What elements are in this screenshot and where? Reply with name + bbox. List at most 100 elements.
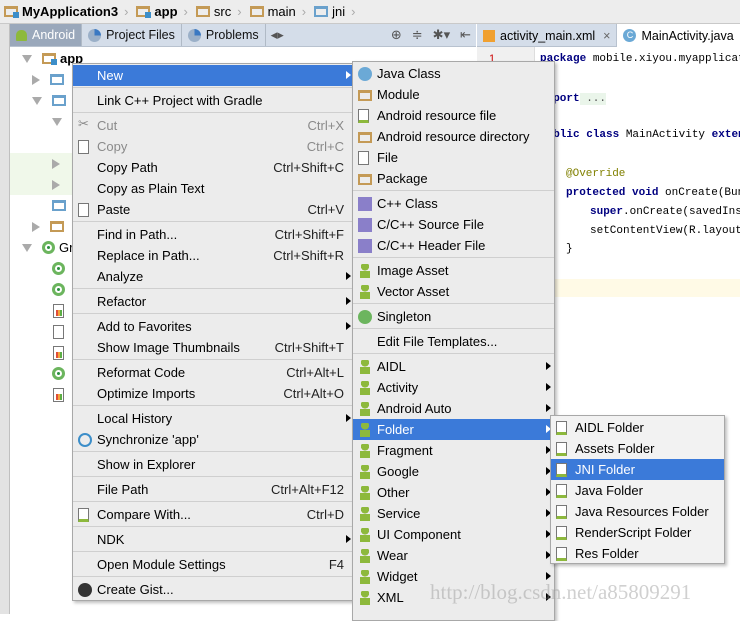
tree-item[interactable] [52,174,70,195]
menu-item-service[interactable]: Service [353,503,554,524]
menu-item-singleton[interactable]: Singleton [353,306,554,327]
tab-activity-main-xml[interactable]: activity_main.xml × [477,24,618,47]
collapse-icon[interactable]: ≑ [412,27,423,43]
tab-problems[interactable]: Problems [182,24,266,46]
tab-main-activity-java[interactable]: C MainActivity.java [617,24,740,47]
menu-item-label: XML [377,590,404,605]
menu-item-analyze[interactable]: Analyze [73,266,354,287]
tree-item[interactable] [52,153,70,174]
menu-item-show-in-explorer[interactable]: Show in Explorer [73,454,354,475]
menu-item-paste[interactable]: Paste Ctrl+V [73,199,354,220]
menu-item-res-folder[interactable]: Res Folder [551,543,724,564]
menu-item-edit-file-templates[interactable]: Edit File Templates... [353,331,554,352]
tree-item[interactable] [53,342,64,363]
tree-item[interactable] [52,279,65,300]
menu-item-copy-path[interactable]: Copy Path Ctrl+Shift+C [73,157,354,178]
locate-icon[interactable]: ⊕ [391,27,402,43]
android-folder-icon [556,442,567,456]
menu-item-label: JNI Folder [575,462,635,477]
tab-android[interactable]: Android [10,24,83,46]
tree-item[interactable] [32,90,70,111]
menu-item-find-in-path[interactable]: Find in Path... Ctrl+Shift+F [73,224,354,245]
android-icon [358,264,372,278]
menu-item-vector-asset[interactable]: Vector Asset [353,281,554,302]
menu-item-copy-as-plain-text[interactable]: Copy as Plain Text [73,178,354,199]
menu-item-android-auto[interactable]: Android Auto [353,398,554,419]
menu-item-module[interactable]: Module [353,84,554,105]
menu-item-image-asset[interactable]: Image Asset [353,260,554,281]
menu-item-assets-folder[interactable]: Assets Folder [551,438,724,459]
menu-item-add-to-favorites[interactable]: Add to Favorites [73,316,354,337]
hide-icon[interactable]: ⇤ [460,27,471,43]
breadcrumb-item-jni[interactable]: jni › [312,0,361,24]
menu-item-local-history[interactable]: Local History [73,408,354,429]
menu-item-folder[interactable]: Folder [353,419,554,440]
tool-window-strip[interactable] [0,24,10,614]
menu-item-c-c-header-file[interactable]: C/C++ Header File [353,235,554,256]
menu-item-ndk[interactable]: NDK [73,529,354,550]
tree-item[interactable] [53,384,64,405]
tree-item[interactable] [52,363,65,384]
tree-item[interactable] [52,111,72,132]
menu-item-cut[interactable]: ✂ Cut Ctrl+X [73,115,354,136]
menu-item-fragment[interactable]: Fragment [353,440,554,461]
breadcrumb-item-app[interactable]: app › [134,0,193,24]
breadcrumb: MyApplication3 › app › src › main › jni › [0,0,740,24]
current-line-highlight [536,279,740,297]
menu-item-java-folder[interactable]: Java Folder [551,480,724,501]
menu-item-aidl-folder[interactable]: AIDL Folder [551,417,724,438]
menu-item-other[interactable]: Other [353,482,554,503]
menu-item-reformat-code[interactable]: Reformat Code Ctrl+Alt+L [73,362,354,383]
tree-item[interactable] [32,69,68,90]
menu-item-ui-component[interactable]: UI Component [353,524,554,545]
submenu-arrow-icon [346,71,351,79]
breadcrumb-item-main[interactable]: main › [248,0,313,24]
menu-item-android-resource-file[interactable]: Android resource file [353,105,554,126]
gear-icon[interactable]: ✱▾ [433,27,450,43]
menu-item-jni-folder[interactable]: JNI Folder [551,459,724,480]
resources-folder-icon [50,221,64,232]
menu-item-wear[interactable]: Wear [353,545,554,566]
submenu-arrow-icon [346,535,351,543]
menu-item-new[interactable]: New [73,65,354,86]
menu-item-c-class[interactable]: C++ Class [353,193,554,214]
menu-item-label: Open Module Settings [97,557,226,572]
menu-item-synchronize-app[interactable]: Synchronize 'app' [73,429,354,450]
close-tab-button[interactable]: × [603,29,610,43]
tab-project-files[interactable]: Project Files [82,24,182,46]
tree-item[interactable] [32,216,68,237]
menu-item-renderscript-folder[interactable]: RenderScript Folder [551,522,724,543]
menu-item-refactor[interactable]: Refactor [73,291,354,312]
android-icon [358,549,372,563]
tree-item[interactable] [53,321,64,342]
breadcrumb-item-src[interactable]: src › [194,0,248,24]
menu-item-aidl[interactable]: AIDL [353,356,554,377]
menu-item-replace-in-path[interactable]: Replace in Path... Ctrl+Shift+R [73,245,354,266]
tree-item[interactable] [53,300,64,321]
menu-item-label: New [97,68,124,83]
menu-item-label: Show Image Thumbnails [97,340,240,355]
menu-item-file-path[interactable]: File Path Ctrl+Alt+F12 [73,479,354,500]
menu-item-open-module-settings[interactable]: Open Module Settings F4 [73,554,354,575]
context-menu: New Link C++ Project with Gradle ✂ Cut Ctrl+… [72,63,355,601]
code-line: setContentView(R.layout.a [590,225,740,237]
menu-item-file[interactable]: File [353,147,554,168]
tree-item[interactable] [52,258,65,279]
menu-item-label: UI Component [377,527,461,542]
breadcrumb-item-project[interactable]: MyApplication3 › [2,0,134,24]
menu-item-java-class[interactable]: Java Class [353,63,554,84]
menu-item-java-resources-folder[interactable]: Java Resources Folder [551,501,724,522]
tree-item[interactable] [52,195,70,216]
menu-item-google[interactable]: Google [353,461,554,482]
menu-item-activity[interactable]: Activity [353,377,554,398]
menu-item-package[interactable]: Package [353,168,554,189]
menu-item-c-c-source-file[interactable]: C/C++ Source File [353,214,554,235]
menu-item-copy[interactable]: Copy Ctrl+C [73,136,354,157]
menu-item-show-image-thumbnails[interactable]: Show Image Thumbnails Ctrl+Shift+T [73,337,354,358]
menu-item-link-c-project-with-gradle[interactable]: Link C++ Project with Gradle [73,90,354,111]
menu-item-optimize-imports[interactable]: Optimize Imports Ctrl+Alt+O [73,383,354,404]
arrows-icon[interactable]: ◂▸ [271,27,284,43]
menu-item-android-resource-directory[interactable]: Android resource directory [353,126,554,147]
menu-item-compare-with[interactable]: Compare With... Ctrl+D [73,504,354,525]
menu-item-create-gist[interactable]: Create Gist... [73,579,354,600]
